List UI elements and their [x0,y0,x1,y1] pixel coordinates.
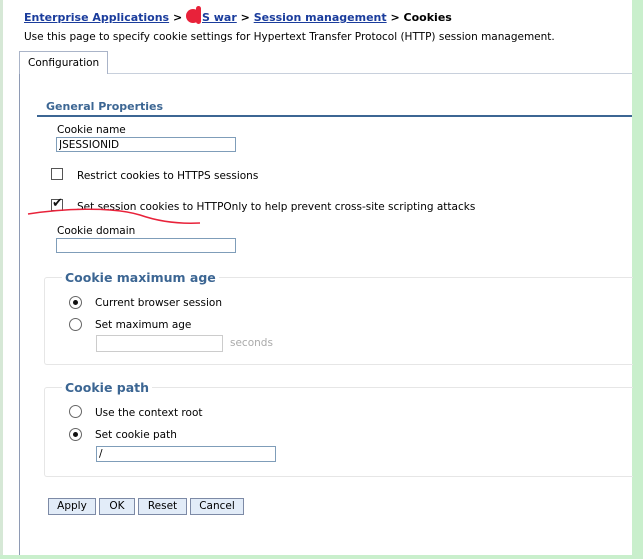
seconds-unit-label: seconds [230,337,273,349]
cancel-button[interactable]: Cancel [190,498,244,515]
maximum-age-input[interactable] [96,335,223,352]
cookie-path-legend: Cookie path [62,380,153,395]
set-maximum-age-radio[interactable] [69,318,82,331]
cookie-max-age-legend: Cookie maximum age [62,270,219,285]
ok-button[interactable]: OK [99,498,135,515]
use-context-root-radio[interactable] [69,405,82,418]
use-context-root-label: Use the context root [95,407,203,419]
set-cookie-path-radio[interactable] [69,428,82,441]
cookie-domain-label: Cookie domain [57,225,136,237]
apply-button[interactable]: Apply [48,498,96,515]
cookie-domain-input[interactable] [56,238,236,253]
current-browser-session-radio[interactable] [69,296,82,309]
reset-button[interactable]: Reset [138,498,187,515]
set-cookie-path-label: Set cookie path [95,429,177,441]
cookie-path-input[interactable] [96,446,276,462]
set-maximum-age-label: Set maximum age [95,319,192,331]
current-browser-session-label: Current browser session [95,297,222,309]
